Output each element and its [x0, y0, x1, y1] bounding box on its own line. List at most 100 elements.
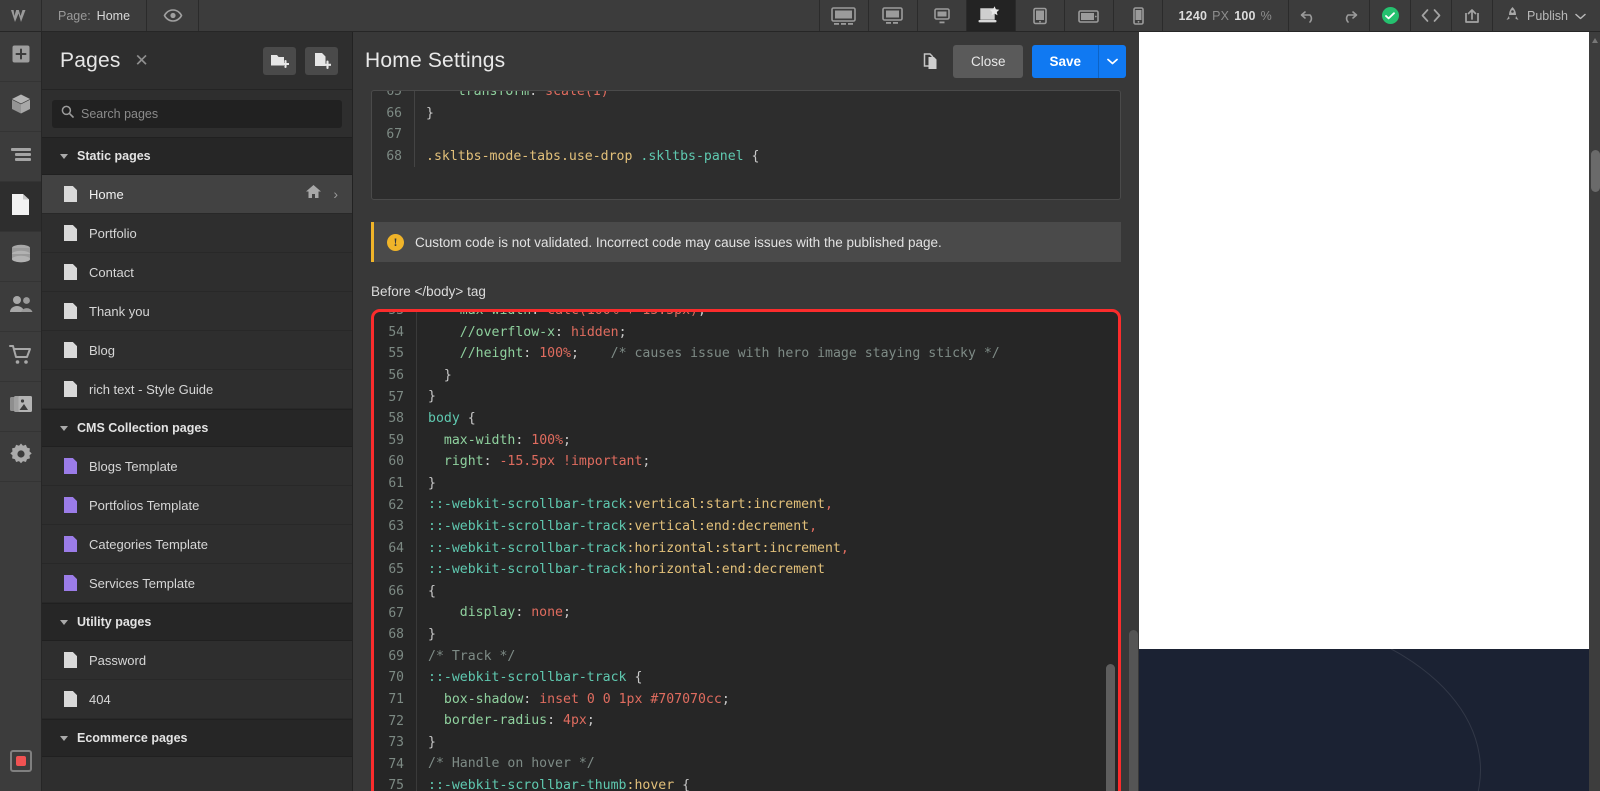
code-line-text[interactable]: body { — [416, 407, 1118, 430]
rail-project-settings[interactable] — [0, 432, 41, 482]
code-line-text[interactable]: } — [416, 731, 1118, 754]
before-body-code-editor[interactable]: 53 max-width: calc(100% + 15.5px); 54 //o… — [371, 309, 1121, 791]
code-line-text[interactable]: ::-webkit-scrollbar-track:vertical:end:d… — [416, 515, 1118, 538]
code-line-text[interactable]: //overflow-x: hidden; — [416, 321, 1118, 344]
publish-button[interactable]: Publish — [1492, 0, 1600, 31]
code-line-text[interactable]: } — [414, 102, 1120, 125]
head-code-editor[interactable]: 65 transform: scale(1) 66} 67 68 .skltbs-mod… — [371, 90, 1121, 200]
pages-group-header[interactable]: Utility pages — [42, 603, 352, 641]
canvas-scrollbar[interactable] — [1591, 150, 1600, 192]
canvas-page-body[interactable] — [1139, 32, 1589, 791]
page-list-item[interactable]: 404 — [42, 680, 352, 719]
page-list-item[interactable]: Contact — [42, 253, 352, 292]
chevron-right-icon[interactable]: › — [333, 187, 338, 201]
rail-assets[interactable] — [0, 382, 41, 432]
zoom-indicator[interactable]: 1240 PX 100 % — [1161, 0, 1289, 31]
pages-list[interactable]: Static pages Home › Portfolio Contact Thank y… — [42, 137, 352, 791]
rail-navigator[interactable] — [0, 132, 41, 182]
code-line-number: 72 — [388, 713, 404, 729]
code-line-text[interactable]: max-width: calc(100% + 15.5px); — [416, 312, 1118, 322]
search-input[interactable] — [81, 107, 333, 121]
code-line-text[interactable]: display: none; — [416, 602, 1118, 624]
code-line-text[interactable]: right: -15.5px !important; — [416, 451, 1118, 473]
page-list-item[interactable]: Password — [42, 641, 352, 680]
code-line-text[interactable]: { — [416, 580, 1118, 603]
rail-add-elements[interactable] — [0, 32, 41, 82]
code-line-text[interactable]: //height: 100%; /* causes issue with her… — [416, 343, 1118, 365]
page-list-item[interactable]: Services Template — [42, 564, 352, 603]
settings-panel-scrollbar[interactable] — [1129, 630, 1138, 791]
page-icon — [64, 652, 77, 668]
duplicate-icon[interactable] — [915, 46, 949, 76]
design-canvas[interactable] — [1139, 32, 1600, 791]
rail-cms-collections[interactable] — [0, 232, 41, 282]
code-line-text[interactable] — [414, 124, 1120, 146]
code-line-text[interactable]: max-width: 100%; — [416, 429, 1118, 452]
code-line-text[interactable]: ::-webkit-scrollbar-track { — [416, 667, 1118, 689]
desktop-large-breakpoint[interactable] — [867, 0, 917, 31]
page-list-item[interactable]: Blogs Template — [42, 447, 352, 486]
code-line-number: 59 — [388, 432, 404, 448]
close-button[interactable]: Close — [952, 44, 1024, 78]
code-line-text[interactable]: ::-webkit-scrollbar-thumb:hover { — [416, 775, 1118, 791]
code-line-number: 68 — [386, 149, 402, 165]
code-line-text[interactable]: .skltbs-mode-tabs.use-drop .skltbs-panel… — [414, 145, 1120, 168]
page-list-item[interactable]: Blog — [42, 331, 352, 370]
code-line-text[interactable]: } — [416, 386, 1118, 408]
code-line-text[interactable]: border-radius: 4px; — [416, 710, 1118, 732]
page-list-item-selected[interactable]: Home › — [42, 175, 352, 214]
tablet-breakpoint[interactable] — [1014, 0, 1064, 31]
redo-icon[interactable] — [1329, 0, 1369, 31]
pages-group-header[interactable]: CMS Collection pages — [42, 409, 352, 447]
rail-users[interactable] — [0, 282, 41, 332]
code-line-text[interactable]: } — [416, 364, 1118, 387]
publish-label: Publish — [1527, 8, 1568, 23]
code-line: 68} — [374, 623, 1118, 646]
code-line-number: 75 — [388, 778, 404, 791]
new-folder-button[interactable] — [263, 46, 296, 75]
rail-components[interactable] — [0, 82, 41, 132]
page-list-item[interactable]: Portfolios Template — [42, 486, 352, 525]
code-line: 72 border-radius: 4px; — [374, 710, 1118, 732]
current-page-indicator[interactable]: Page: Home — [42, 0, 148, 31]
close-icon[interactable]: ✕ — [135, 52, 149, 69]
webflow-logo-icon[interactable] — [0, 0, 42, 31]
mobile-landscape-breakpoint[interactable] — [1063, 0, 1113, 31]
code-line-text[interactable]: transform: scale(1) — [414, 91, 1120, 103]
code-line-text[interactable]: ::-webkit-scrollbar-track:horizontal:sta… — [416, 537, 1118, 560]
preview-eye-icon[interactable] — [147, 0, 200, 31]
undo-icon[interactable] — [1289, 0, 1329, 31]
pages-group-header[interactable]: Ecommerce pages — [42, 719, 352, 757]
page-list-item[interactable]: Categories Template — [42, 525, 352, 564]
rocket-icon — [1505, 6, 1520, 26]
rail-ecommerce[interactable] — [0, 332, 41, 382]
base-breakpoint[interactable] — [965, 0, 1015, 31]
page-list-item[interactable]: Portfolio — [42, 214, 352, 253]
desktop-xl-breakpoint[interactable] — [818, 0, 868, 31]
code-line-text[interactable]: ::-webkit-scrollbar-track:vertical:start… — [416, 494, 1118, 516]
save-options-chevron-down-icon[interactable] — [1098, 44, 1126, 78]
canvas-footer-section[interactable] — [1139, 649, 1589, 791]
mobile-portrait-breakpoint[interactable] — [1112, 0, 1162, 31]
pages-group-header[interactable]: Static pages — [42, 137, 352, 175]
page-list-item[interactable]: rich text - Style Guide — [42, 370, 352, 409]
code-line-text[interactable]: box-shadow: inset 0 0 1px #707070cc; — [416, 688, 1118, 711]
code-line-text[interactable]: } — [416, 623, 1118, 646]
desktop-breakpoint[interactable] — [916, 0, 966, 31]
save-button[interactable]: Save — [1032, 44, 1098, 78]
code-line-text[interactable]: } — [416, 472, 1118, 495]
canvas-scroll-up-arrow[interactable] — [1590, 34, 1600, 46]
new-page-button[interactable] — [305, 46, 338, 75]
search-box[interactable] — [52, 100, 342, 128]
rail-record-button[interactable] — [0, 730, 41, 791]
code-line-text[interactable]: /* Handle on hover */ — [416, 753, 1118, 776]
page-name: Home — [96, 8, 131, 23]
export-icon[interactable] — [1452, 0, 1492, 31]
check-circle-icon[interactable] — [1370, 0, 1410, 31]
code-line-text[interactable]: /* Track */ — [416, 645, 1118, 668]
code-editor-scrollbar[interactable] — [1106, 664, 1115, 791]
page-list-item[interactable]: Thank you — [42, 292, 352, 331]
code-brackets-icon[interactable] — [1411, 0, 1451, 31]
rail-pages[interactable] — [0, 182, 41, 232]
code-line-text[interactable]: ::-webkit-scrollbar-track:horizontal:end… — [416, 559, 1118, 581]
